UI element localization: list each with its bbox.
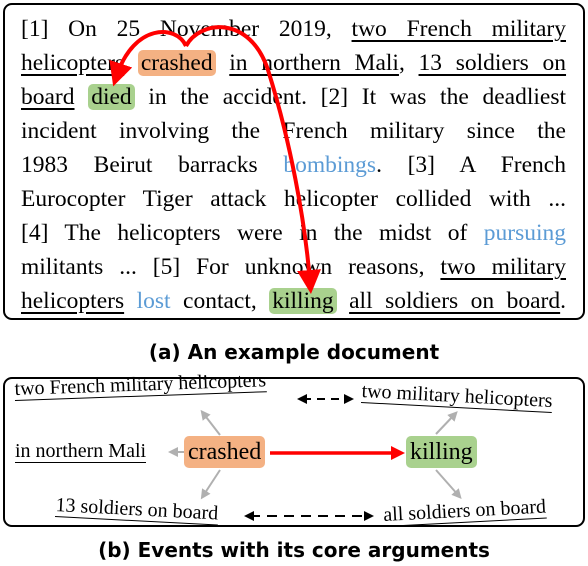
argument-span: all soldiers on board xyxy=(349,288,561,314)
trigger-died: died xyxy=(88,84,135,110)
event-node-crashed: crashed xyxy=(184,436,266,468)
argument-span: helicopters xyxy=(21,288,125,314)
text-span xyxy=(337,288,349,314)
argument-span: board xyxy=(21,84,75,110)
text-span: incident involving the French military s… xyxy=(21,118,566,144)
text-span: . [3] A French xyxy=(376,152,566,178)
event-node-killing: killing xyxy=(406,436,477,468)
text-span xyxy=(216,50,230,76)
arg-in-northern-mali: in northern Mali xyxy=(15,440,147,463)
text-span: Eurocopter Tiger attack helicopter colli… xyxy=(21,186,566,212)
text-span: contact, xyxy=(170,288,270,314)
text-span: [4] The helicopters were in the midst of xyxy=(21,220,484,246)
text-span: . xyxy=(560,288,567,314)
non-core-event-span: bombings xyxy=(283,152,377,178)
argument-span: 13 soldiers on xyxy=(418,50,567,76)
non-core-event-span: pursuing xyxy=(483,220,566,246)
trigger-killing: killing xyxy=(269,288,337,314)
text-span xyxy=(124,288,136,314)
caption-b: (b) Events with its core arguments xyxy=(98,538,490,562)
text-span xyxy=(124,50,138,76)
document-line: Eurocopter Tiger attack helicopter colli… xyxy=(21,182,566,216)
document-line: incident involving the French military s… xyxy=(21,114,566,148)
document-line: [4] The helicopters were in the midst of… xyxy=(21,216,566,250)
trigger-crashed: crashed xyxy=(137,50,216,76)
argument-span: two military xyxy=(440,254,566,280)
non-core-event-span: lost xyxy=(136,288,171,314)
text-span: militants ... [5] For unknown reasons, xyxy=(21,254,441,280)
argument-span: two French military xyxy=(351,16,566,42)
argument-span: helicopters xyxy=(21,50,125,76)
document-line: militants ... [5] For unknown reasons, t… xyxy=(21,250,566,284)
document-text: [1] On 25 November 2019, two French mili… xyxy=(21,12,566,318)
caption-a: (a) An example document xyxy=(148,340,440,364)
text-span: , xyxy=(398,50,419,76)
document-line: [1] On 25 November 2019, two French mili… xyxy=(21,12,566,46)
document-line: board died in the accident. [2] It was t… xyxy=(21,80,566,114)
document-line: helicopters lost contact, killing all so… xyxy=(21,284,566,318)
argument-span: in northern Mali xyxy=(229,50,399,76)
document-line: 1983 Beirut barracks bombings. [3] A Fre… xyxy=(21,148,566,182)
text-span xyxy=(75,84,89,110)
text-span: 1983 Beirut barracks xyxy=(21,152,284,178)
text-span: in the accident. [2] It was the deadlies… xyxy=(134,84,566,110)
text-span: [1] On 25 November 2019, xyxy=(21,16,352,42)
document-line: helicopters crashed in northern Mali, 13… xyxy=(21,46,566,80)
